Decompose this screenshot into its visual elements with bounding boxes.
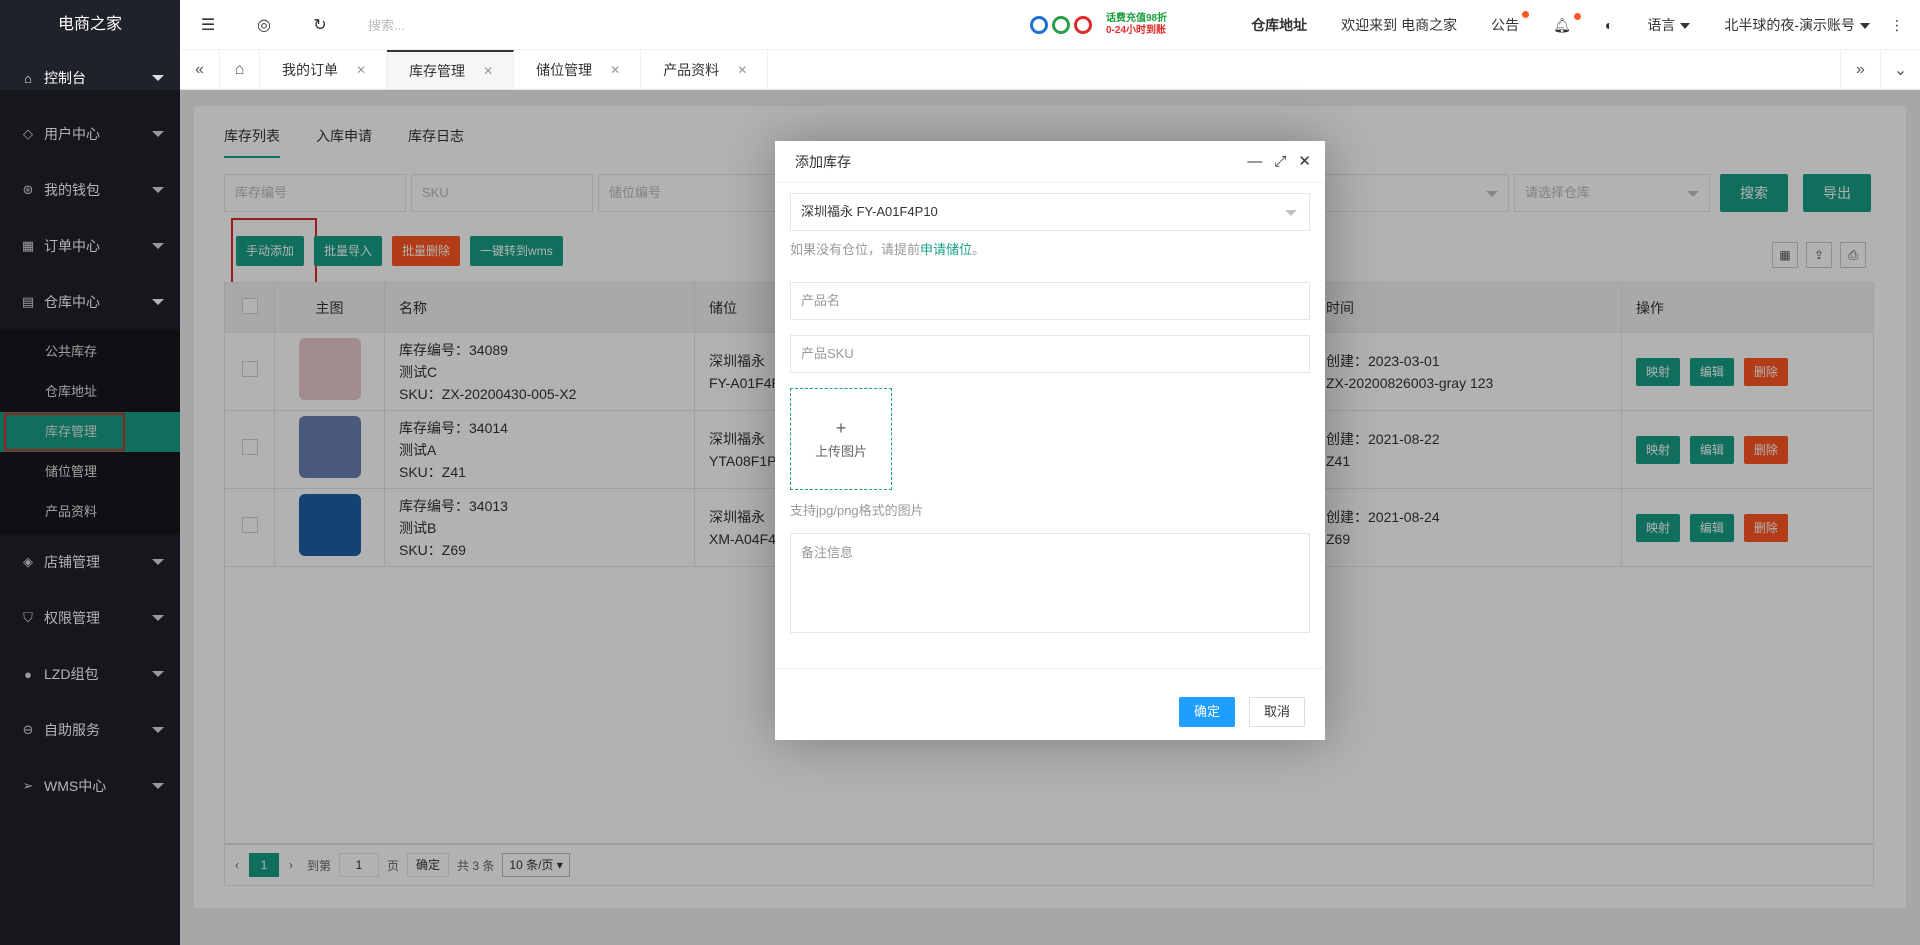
upload-tip: 支持jpg/png格式的图片 — [790, 503, 924, 518]
tab-my-orders[interactable]: 我的订单 ✕ — [260, 50, 388, 89]
plus-icon: + — [835, 418, 847, 438]
tip-suffix: 。 — [972, 242, 986, 257]
refresh-icon[interactable]: ↻ — [292, 15, 348, 35]
warehouse-slot-select[interactable]: 深圳福永 FY-A01F4P10 — [790, 193, 1310, 231]
header-right: 仓库地址 欢迎来到 电商之家 公告 🔔︎ ◐ 语言 北半球的夜-演示账号 ⋮ — [1217, 0, 1904, 50]
upload-label: 上传图片 — [814, 444, 867, 459]
notice-dot — [1522, 11, 1530, 18]
tab-label: 储位管理 — [536, 61, 593, 78]
apply-slot-link[interactable]: 申请储位 — [920, 242, 972, 257]
tabs-next-icon[interactable]: » — [1840, 50, 1880, 90]
close-icon[interactable]: ✕ — [1298, 141, 1311, 183]
carrier-banner[interactable]: 话费充值98折 0-24小时到账 — [1030, 13, 1167, 37]
remark-textarea[interactable]: 备注信息 — [790, 533, 1310, 633]
header-search-input[interactable]: 搜索... — [368, 15, 568, 34]
close-icon[interactable]: ✕ — [610, 63, 620, 77]
tab-stock-manage[interactable]: 库存管理 ✕ — [387, 50, 515, 89]
palette-icon[interactable]: ◐ — [1605, 17, 1613, 33]
caret-down-icon — [152, 75, 164, 81]
promo-line1: 话费充值98折 — [1106, 13, 1168, 24]
dialog-header: 添加库存 — ⤢ ✕ — [775, 141, 1325, 183]
bell-icon[interactable]: 🔔︎ — [1553, 12, 1581, 34]
bell-dot — [1573, 12, 1581, 20]
globe-icon[interactable]: ◎ — [236, 15, 292, 35]
tab-label: 库存管理 — [409, 62, 466, 79]
dialog-title: 添加库存 — [795, 154, 851, 170]
slot-tip: 如果没有仓位，请提前申请储位。 — [790, 239, 1310, 258]
home-tab-icon[interactable]: ⌂ — [220, 50, 260, 89]
welcome-text: 欢迎来到 电商之家 — [1341, 17, 1458, 33]
confirm-button[interactable]: 确定 — [1178, 697, 1235, 727]
minimize-icon[interactable]: — — [1247, 141, 1262, 183]
caret-down-icon — [1680, 23, 1691, 30]
product-name-input[interactable]: 产品名 — [790, 282, 1310, 320]
app-logo: 电商之家 — [0, 0, 180, 50]
tip-prefix: 如果没有仓位，请提前 — [790, 242, 921, 257]
cancel-button[interactable]: 取消 — [1248, 697, 1305, 727]
promo-text: 话费充值98折 0-24小时到账 — [1106, 13, 1167, 37]
promo-line2: 0-24小时到账 — [1106, 25, 1167, 36]
account-menu[interactable]: 北半球的夜-演示账号 — [1724, 15, 1870, 35]
warehouse-address-link[interactable]: 仓库地址 — [1251, 15, 1307, 35]
maximize-icon[interactable]: ⤢ — [1274, 141, 1286, 183]
add-stock-dialog: 添加库存 — ⤢ ✕ 深圳福永 FY-A01F4P10 如果没有仓位，请提前申请… — [775, 141, 1325, 740]
account-label: 北半球的夜-演示账号 — [1724, 17, 1855, 33]
dialog-controls: — ⤢ ✕ — [1247, 141, 1311, 183]
dialog-body: 深圳福永 FY-A01F4P10 如果没有仓位，请提前申请储位。 产品名 产品S… — [775, 193, 1325, 633]
menu-toggle-icon[interactable]: ☰ — [180, 15, 236, 35]
tab-slot-manage[interactable]: 储位管理 ✕ — [514, 50, 642, 89]
close-icon[interactable]: ✕ — [483, 64, 493, 78]
notice-link[interactable]: 公告 — [1491, 11, 1530, 35]
close-icon[interactable]: ✕ — [737, 63, 747, 77]
telecom-icon — [1030, 16, 1048, 34]
close-icon[interactable]: ✕ — [356, 63, 366, 77]
tabs-right-controls: » ⌄ — [1840, 50, 1920, 90]
tab-label: 产品资料 — [663, 61, 720, 78]
tab-product-info[interactable]: 产品资料 ✕ — [641, 50, 769, 89]
page-tabs: « ⌂ 我的订单 ✕ 库存管理 ✕ 储位管理 ✕ 产品资料 ✕ » ⌄ — [180, 50, 1920, 90]
tab-label: 我的订单 — [282, 61, 338, 78]
home-icon: ⌂ — [24, 70, 32, 86]
caret-down-icon — [1860, 23, 1870, 30]
language-menu[interactable]: 语言 — [1647, 15, 1691, 35]
language-label: 语言 — [1647, 17, 1676, 33]
upload-image-button[interactable]: + 上传图片 — [790, 388, 892, 490]
notice-label: 公告 — [1491, 17, 1520, 33]
dialog-footer: 确定 取消 — [775, 668, 1325, 740]
tabs-prev-icon[interactable]: « — [180, 50, 220, 89]
mobile-icon — [1052, 16, 1070, 34]
more-icon[interactable]: ⋮ — [1890, 17, 1904, 34]
unicom-icon — [1074, 16, 1092, 34]
tabs-menu-chevron-icon[interactable]: ⌄ — [1880, 50, 1920, 90]
product-sku-input[interactable]: 产品SKU — [790, 335, 1310, 373]
nav-label: 控制台 — [44, 70, 86, 86]
top-header: ☰ ◎ ↻ 搜索... 话费充值98折 0-24小时到账 仓库地址 欢迎来到 电… — [180, 0, 1920, 50]
